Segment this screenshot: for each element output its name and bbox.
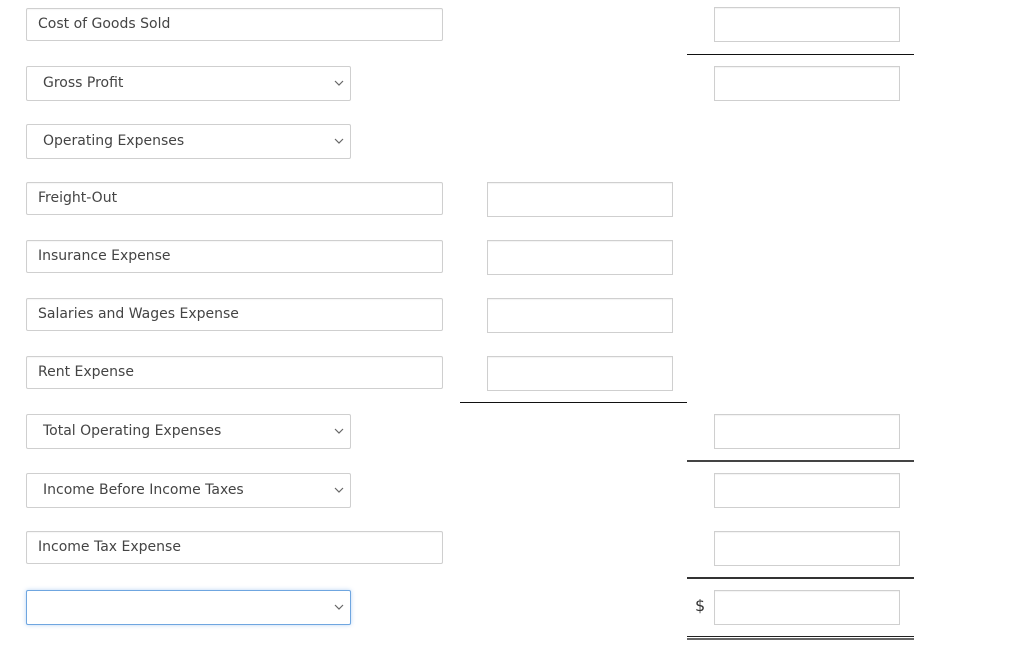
subtotal-rule (687, 54, 914, 55)
label-field-salaries-wages-expense[interactable]: Salaries and Wages Expense (26, 298, 443, 331)
chevron-down-icon (334, 487, 344, 493)
label-select-operating-expenses[interactable]: Operating Expenses (26, 124, 351, 159)
label-field-income-tax-expense[interactable]: Income Tax Expense (26, 531, 443, 564)
chevron-down-icon (334, 428, 344, 434)
label-field-cost-of-goods-sold[interactable]: Cost of Goods Sold (26, 8, 443, 41)
subtotal-rule (460, 402, 687, 403)
label-select-net-income[interactable] (26, 590, 351, 625)
chevron-down-icon (334, 80, 344, 86)
select-value: Operating Expenses (43, 133, 185, 149)
amount-input-salaries-wages-expense[interactable] (487, 298, 673, 333)
amount-input-net-income[interactable] (714, 590, 900, 625)
amount-input-cost-of-goods-sold[interactable] (714, 7, 900, 42)
label-select-income-before-taxes[interactable]: Income Before Income Taxes (26, 473, 351, 508)
label-field-freight-out[interactable]: Freight-Out (26, 182, 443, 215)
total-double-rule (687, 636, 914, 640)
amount-input-gross-profit[interactable] (714, 66, 900, 101)
select-value: Total Operating Expenses (43, 423, 222, 439)
amount-input-income-before-taxes[interactable] (714, 473, 900, 508)
chevron-down-icon (334, 138, 344, 144)
amount-input-income-tax-expense[interactable] (714, 531, 900, 566)
amount-input-freight-out[interactable] (487, 182, 673, 217)
subtotal-rule (687, 460, 914, 462)
select-value: Gross Profit (43, 75, 124, 91)
amount-input-insurance-expense[interactable] (487, 240, 673, 275)
amount-input-rent-expense[interactable] (487, 356, 673, 391)
currency-symbol: $ (695, 596, 706, 615)
label-select-gross-profit[interactable]: Gross Profit (26, 66, 351, 101)
chevron-down-icon (334, 604, 344, 610)
label-field-insurance-expense[interactable]: Insurance Expense (26, 240, 443, 273)
label-field-rent-expense[interactable]: Rent Expense (26, 356, 443, 389)
amount-input-total-operating-expenses[interactable] (714, 414, 900, 449)
select-value: Income Before Income Taxes (43, 482, 244, 498)
subtotal-rule (687, 577, 914, 579)
label-select-total-operating-expenses[interactable]: Total Operating Expenses (26, 414, 351, 449)
